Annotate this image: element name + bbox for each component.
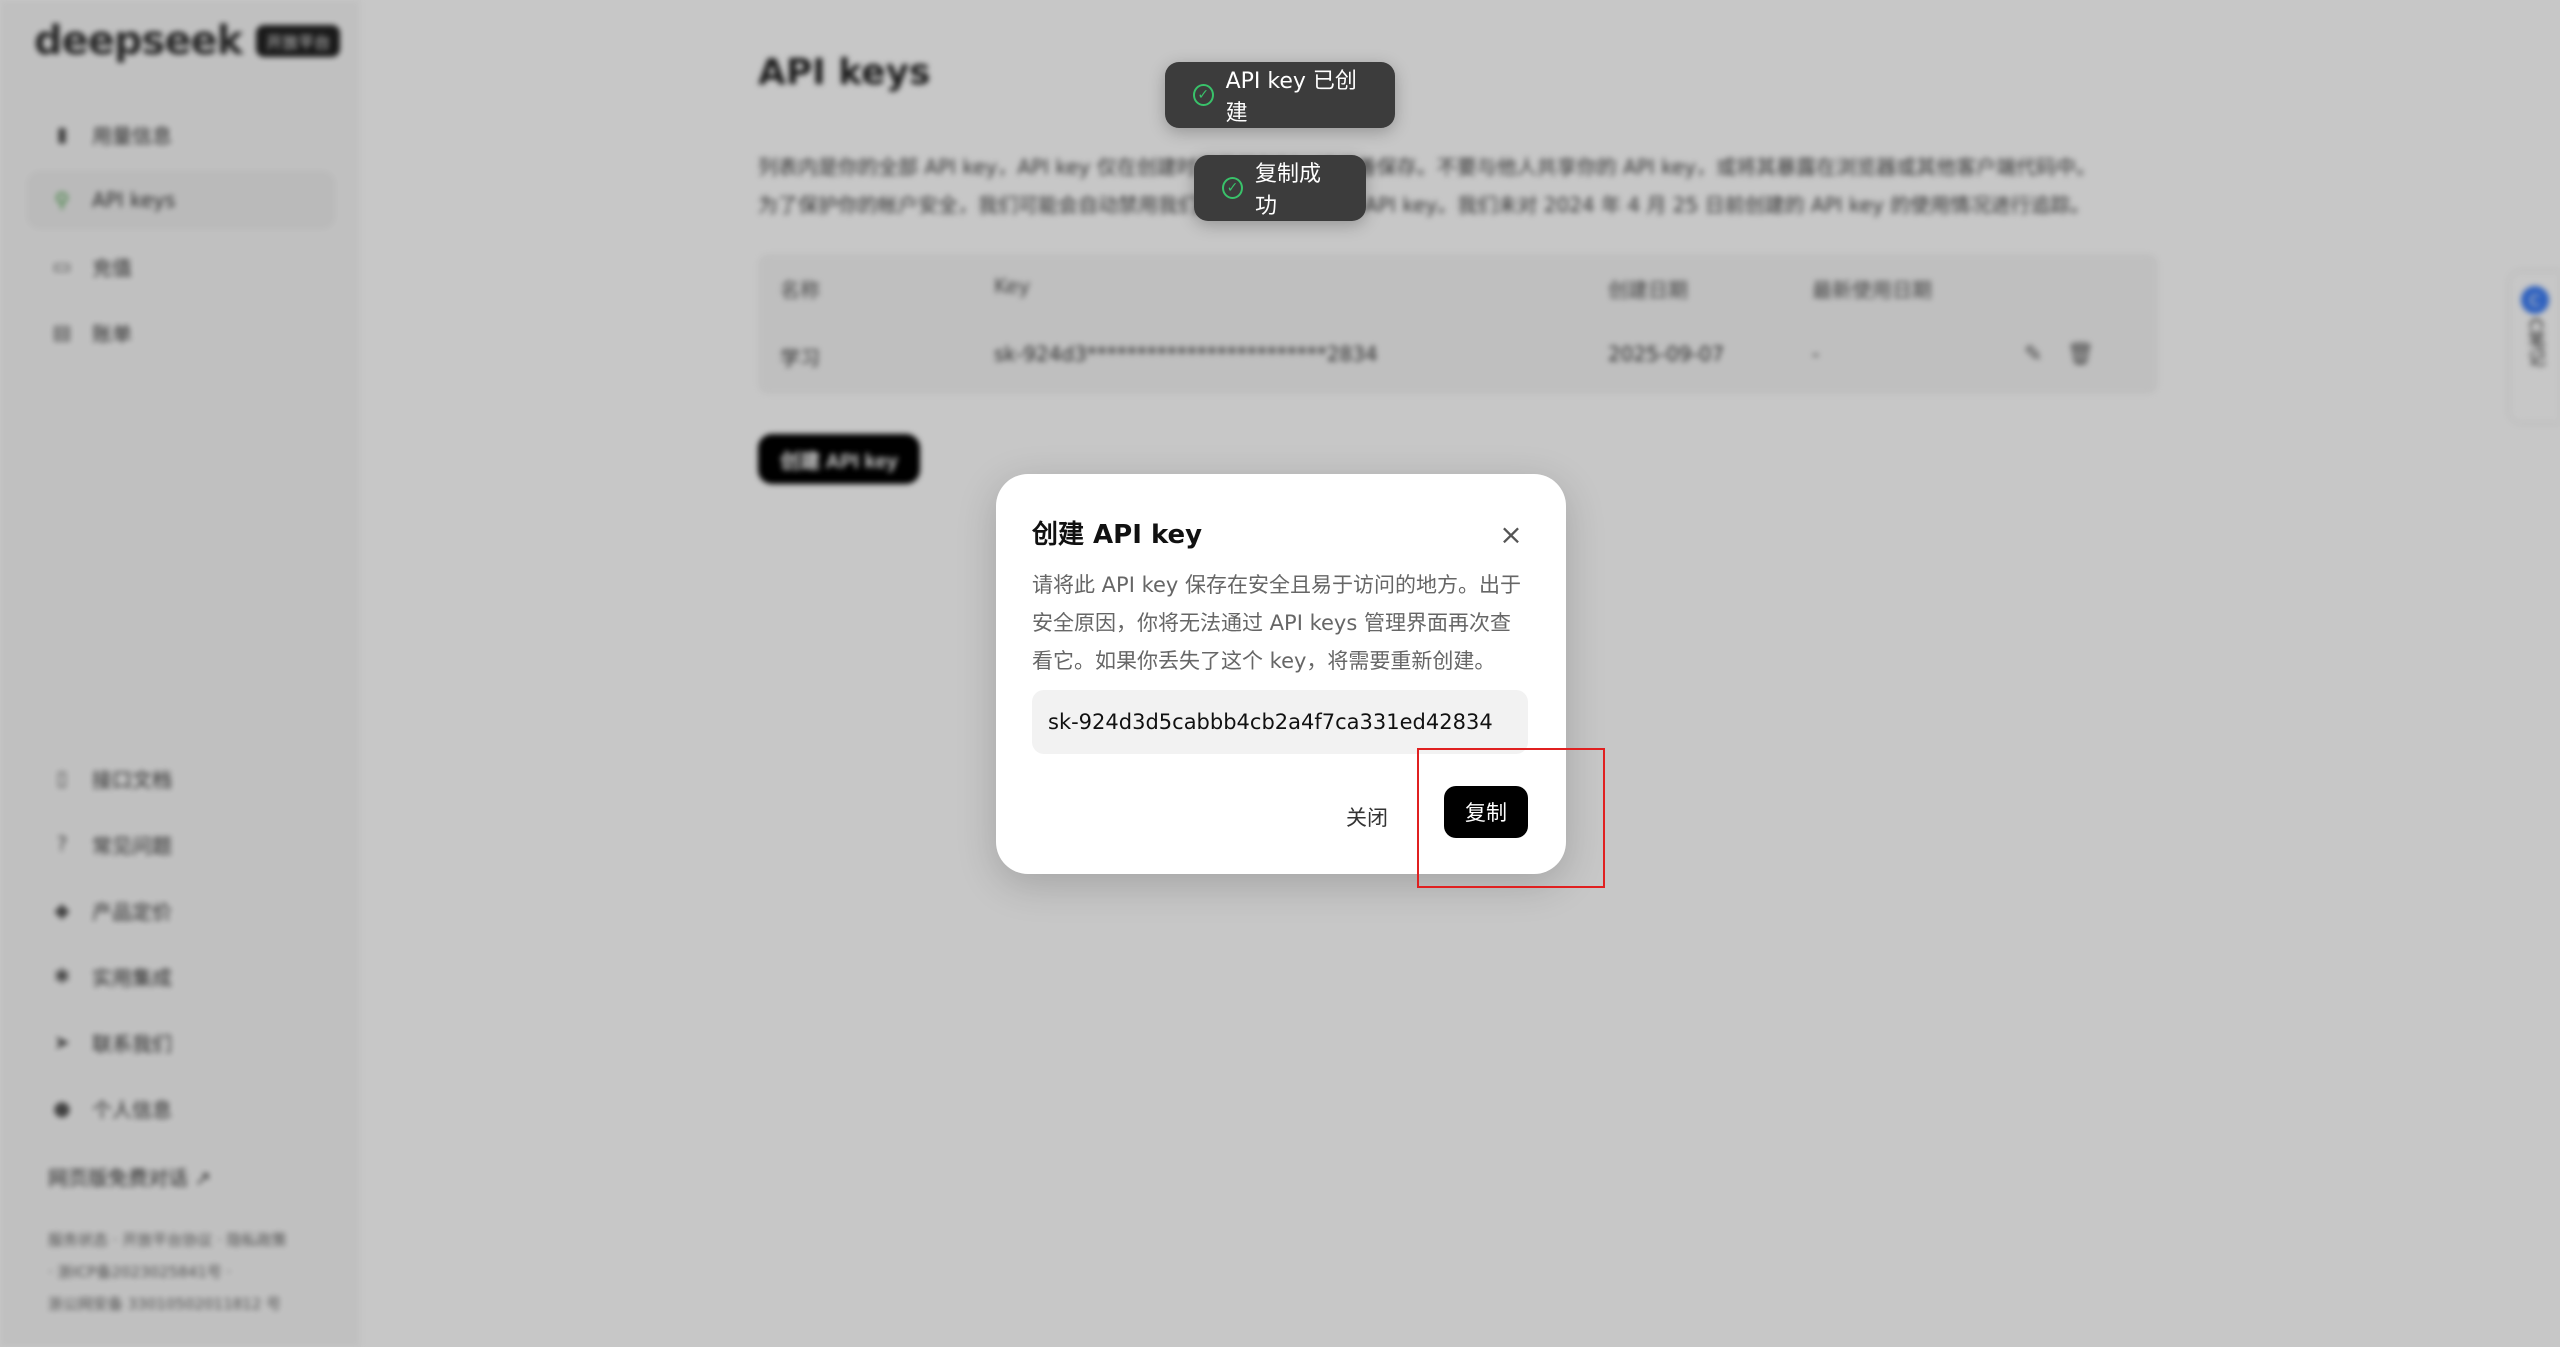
toast-key-created: ✓ API key 已创建 [1165,62,1395,128]
toast-copied: ✓ 复制成功 [1194,155,1366,221]
dialog-message-line: 请将此 API key 保存在安全且易于访问的地方。出于 [1032,573,1522,597]
toast-message: API key 已创建 [1225,69,1357,126]
api-key-value-field[interactable]: sk-924d3d5cabbb4cb2a4f7ca331ed42834 [1032,690,1528,754]
check-circle-icon: ✓ [1222,177,1243,199]
toast-message: 复制成功 [1254,162,1321,219]
check-circle-icon: ✓ [1193,84,1214,106]
close-button[interactable]: 关闭 [1346,792,1388,842]
dialog-title: 创建 API key [1032,520,1203,550]
dialog-message-line: 看它。如果你丢失了这个 key，将需要重新创建。 [1032,649,1496,673]
highlight-annotation [1417,748,1605,888]
close-icon[interactable]: × [1498,521,1524,549]
dialog-message-line: 安全原因，你将无法通过 API keys 管理界面再次查 [1032,611,1511,635]
dialog-message: 请将此 API key 保存在安全且易于访问的地方。出于 安全原因，你将无法通过… [1032,566,1532,680]
